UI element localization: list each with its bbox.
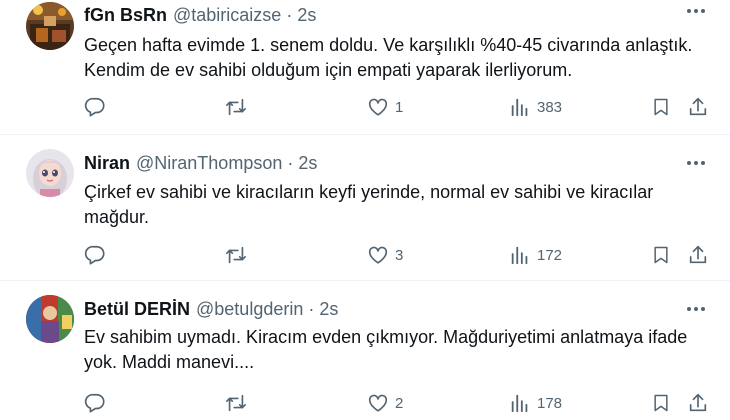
views-count: 172 <box>537 246 563 264</box>
like-button[interactable]: 2 <box>367 390 403 416</box>
post[interactable]: Niran @NiranThompson · 2s Çirkef ev sahi… <box>0 135 730 281</box>
reply-button[interactable] <box>84 242 106 268</box>
bookmark-icon <box>654 246 668 264</box>
avatar[interactable] <box>26 149 74 197</box>
post-text-line: yok. Maddi manevi.... <box>84 352 255 372</box>
bookmark-icon <box>654 98 668 116</box>
like-icon <box>368 98 388 116</box>
post-text-line: Geçen hafta evimde 1. senem doldu. Ve ka… <box>84 35 693 55</box>
post[interactable]: fGn BsRn @tabiricaizse · 2s Geçen hafta … <box>0 0 730 135</box>
share-button[interactable] <box>687 94 709 120</box>
reply-icon <box>84 97 105 117</box>
like-count: 1 <box>395 98 404 116</box>
post-text-line: Kendim de ev sahibi olduğum için empati … <box>84 60 573 80</box>
views-count: 383 <box>537 98 563 116</box>
share-button[interactable] <box>687 390 709 416</box>
share-icon <box>689 245 707 264</box>
more-button[interactable] <box>684 156 708 170</box>
post-timestamp[interactable]: 2s <box>297 5 316 26</box>
post-text: Ev sahibim uymadı. Kiracım evden çıkmıyo… <box>84 325 714 375</box>
separator-dot: · <box>287 152 294 173</box>
share-icon <box>689 97 707 116</box>
reply-button[interactable] <box>84 390 106 416</box>
post[interactable]: Betül DERİN @betulgderin · 2s Ev sahibim… <box>0 281 730 420</box>
reply-icon <box>84 245 105 265</box>
bookmark-icon <box>654 394 668 412</box>
repost-icon <box>226 98 246 116</box>
separator-dot: · <box>286 4 293 25</box>
action-bar: 1 383 <box>0 94 730 120</box>
views-button[interactable]: 178 <box>509 390 562 416</box>
repost-icon <box>226 394 246 412</box>
more-icon <box>687 307 705 311</box>
share-button[interactable] <box>687 242 709 268</box>
more-button[interactable] <box>684 4 708 18</box>
post-text: Geçen hafta evimde 1. senem doldu. Ve ka… <box>84 33 714 83</box>
avatar[interactable] <box>26 295 74 343</box>
like-icon <box>368 394 388 412</box>
bookmark-button[interactable] <box>651 242 671 268</box>
like-button[interactable]: 3 <box>367 242 403 268</box>
like-button[interactable]: 1 <box>367 94 403 120</box>
like-icon <box>368 246 388 264</box>
avatar[interactable] <box>26 2 74 50</box>
share-icon <box>689 393 707 412</box>
post-timestamp[interactable]: 2s <box>319 299 338 320</box>
repost-button[interactable] <box>224 390 248 416</box>
post-text-line: mağdur. <box>84 207 150 227</box>
more-button[interactable] <box>684 302 708 316</box>
reply-button[interactable] <box>84 94 106 120</box>
bookmark-button[interactable] <box>651 390 671 416</box>
views-icon <box>511 246 528 265</box>
repost-button[interactable] <box>224 242 248 268</box>
author-handle[interactable]: @tabiricaizse <box>173 5 281 26</box>
separator-dot: · <box>308 298 315 319</box>
author-name[interactable]: Niran <box>84 153 130 174</box>
author-name[interactable]: Betül DERİN <box>84 299 190 320</box>
like-count: 2 <box>395 394 404 412</box>
more-icon <box>687 161 705 165</box>
views-button[interactable]: 172 <box>509 242 562 268</box>
author-handle[interactable]: @betulgderin <box>196 299 303 320</box>
views-icon <box>511 98 528 117</box>
repost-icon <box>226 246 246 264</box>
views-button[interactable]: 383 <box>509 94 562 120</box>
bookmark-button[interactable] <box>651 94 671 120</box>
reply-icon <box>84 393 105 413</box>
more-icon <box>687 9 705 13</box>
repost-button[interactable] <box>224 94 248 120</box>
author-name[interactable]: fGn BsRn <box>84 5 167 26</box>
action-bar: 2 178 <box>0 390 730 416</box>
post-text-line: Ev sahibim uymadı. Kiracım evden çıkmıyo… <box>84 327 688 347</box>
post-text-line: Çirkef ev sahibi ve kiracıların keyfi ye… <box>84 182 654 202</box>
post-timestamp[interactable]: 2s <box>298 153 317 174</box>
views-count: 178 <box>537 394 563 412</box>
post-feed: fGn BsRn @tabiricaizse · 2s Geçen hafta … <box>0 0 730 420</box>
views-icon <box>511 394 528 413</box>
author-handle[interactable]: @NiranThompson <box>136 153 282 174</box>
post-text: Çirkef ev sahibi ve kiracıların keyfi ye… <box>84 180 714 230</box>
action-bar: 3 172 <box>0 242 730 268</box>
like-count: 3 <box>395 246 404 264</box>
